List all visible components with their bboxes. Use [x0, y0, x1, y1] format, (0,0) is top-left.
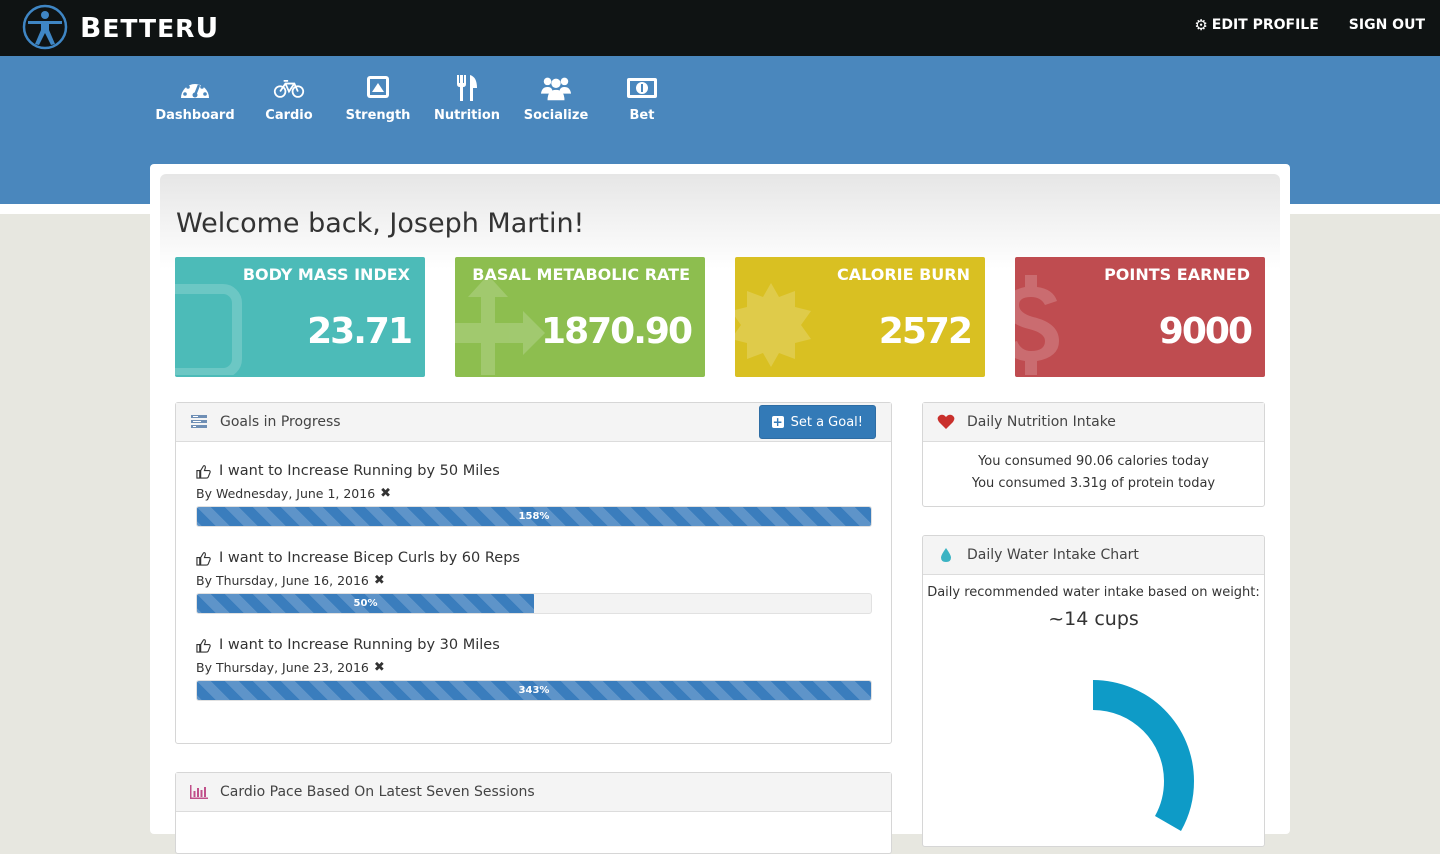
nav-label: Nutrition [433, 108, 501, 123]
delete-goal-icon[interactable]: ✖ [374, 573, 385, 588]
nav-dashboard[interactable]: Dashboard [150, 74, 240, 123]
goal-progress-bar: 343% [197, 681, 871, 700]
cardio-panel-title: Cardio Pace Based On Latest Seven Sessio… [220, 784, 535, 800]
top-navbar: BETTERU ⚙ EDIT PROFILE SIGN OUT [0, 0, 1440, 56]
water-donut-chart [1093, 680, 1195, 831]
stat-label: BASAL METABOLIC RATE [472, 265, 690, 284]
goal-title: I want to Increase Bicep Curls by 60 Rep… [219, 550, 520, 566]
plus-square-icon: + [771, 415, 784, 429]
water-panel-title: Daily Water Intake Chart [967, 547, 1139, 563]
nav-label: Dashboard [155, 108, 235, 123]
goal-title: I want to Increase Running by 30 Miles [219, 637, 500, 653]
nutrition-panel-title: Daily Nutrition Intake [967, 414, 1116, 430]
nutrition-panel-header: Daily Nutrition Intake [923, 403, 1264, 442]
cardio-panel-header: Cardio Pace Based On Latest Seven Sessio… [176, 773, 891, 812]
bar-chart-icon [190, 784, 208, 800]
water-ring-segment [1093, 680, 1194, 781]
thumbs-up-icon [196, 551, 211, 566]
dollar-watermark-icon [1015, 275, 1059, 375]
goal-item: I want to Increase Running by 50 Miles B… [196, 463, 872, 527]
tasks-icon [190, 414, 208, 430]
heart-icon [937, 414, 955, 430]
gear-icon: ⚙ [1194, 16, 1208, 34]
edit-profile-link[interactable]: ⚙ EDIT PROFILE [1194, 16, 1318, 34]
welcome-heading: Welcome back, Joseph Martin! [176, 208, 585, 239]
water-panel: Daily Water Intake Chart Daily recommend… [922, 535, 1265, 847]
brand[interactable]: BETTERU [22, 4, 219, 50]
money-icon [627, 78, 657, 98]
water-panel-header: Daily Water Intake Chart [923, 536, 1264, 575]
goals-panel-header: Goals in Progress + Set a Goal! [176, 403, 891, 442]
calories-consumed: You consumed 90.06 calories today [978, 454, 1209, 469]
protein-consumed: You consumed 3.31g of protein today [971, 476, 1216, 491]
caret-square-up-icon [367, 76, 389, 98]
nutrition-panel: Daily Nutrition Intake You consumed 90.0… [922, 402, 1265, 507]
thumbs-up-icon [196, 638, 211, 653]
arrows-watermark-icon [455, 275, 545, 375]
goal-progress-bar: 50% [197, 594, 534, 613]
calorie-tile: CALORIE BURN 2572 [735, 257, 985, 377]
water-subtitle: Daily recommended water intake based on … [927, 585, 1260, 600]
dashboard-icon [181, 80, 209, 98]
users-icon [540, 77, 572, 101]
tint-icon [937, 547, 955, 563]
edit-profile-label: EDIT PROFILE [1211, 17, 1319, 33]
sun-watermark-icon [735, 283, 811, 367]
bmi-tile: BODY MASS INDEX 23.71 [175, 257, 425, 377]
goal-date: By Thursday, June 16, 2016 [196, 573, 369, 588]
stat-value: 9000 [1158, 311, 1253, 352]
sign-out-label: SIGN OUT [1348, 17, 1425, 33]
goal-item: I want to Increase Bicep Curls by 60 Rep… [196, 550, 872, 614]
goal-progress: 158% [196, 506, 872, 527]
nav-label: Cardio [265, 108, 313, 123]
stat-value: 1870.90 [541, 311, 693, 352]
nav-label: Socialize [523, 108, 589, 123]
set-goal-button[interactable]: + Set a Goal! [758, 405, 876, 439]
goals-panel: Goals in Progress + Set a Goal! I want t… [175, 402, 892, 744]
delete-goal-icon[interactable]: ✖ [380, 486, 391, 501]
vitruvian-logo-icon [22, 4, 68, 50]
nav-nutrition[interactable]: Nutrition [422, 74, 512, 123]
goal-date: By Thursday, June 23, 2016 [196, 660, 369, 675]
goals-panel-title: Goals in Progress [220, 414, 341, 430]
bicycle-icon [273, 80, 305, 98]
water-recommended-value: ~14 cups [1048, 608, 1139, 630]
goal-progress-bar: 158% [197, 507, 871, 526]
square-watermark-icon [175, 284, 242, 375]
cutlery-icon [457, 75, 477, 101]
cardio-panel: Cardio Pace Based On Latest Seven Sessio… [175, 772, 892, 854]
stat-label: POINTS EARNED [1104, 265, 1250, 284]
set-goal-label: Set a Goal! [790, 414, 863, 430]
delete-goal-icon[interactable]: ✖ [374, 660, 385, 675]
nav-label: Bet [629, 108, 655, 123]
goal-item: I want to Increase Running by 30 Miles B… [196, 637, 872, 701]
goal-progress: 50% [196, 593, 872, 614]
bmr-tile: BASAL METABOLIC RATE 1870.90 [455, 257, 705, 377]
brand-name: BETTERU [80, 10, 220, 44]
nav-label: Strength [345, 108, 411, 123]
nav-cardio[interactable]: Cardio [244, 74, 334, 123]
main-container: Welcome back, Joseph Martin! BODY MASS I… [150, 164, 1290, 854]
nav-socialize[interactable]: Socialize [511, 74, 601, 123]
goal-date: By Wednesday, June 1, 2016 [196, 486, 376, 501]
stat-value: 2572 [878, 311, 973, 352]
stat-value: 23.71 [307, 311, 413, 352]
points-tile: POINTS EARNED 9000 [1015, 257, 1265, 377]
sign-out-link[interactable]: SIGN OUT [1349, 16, 1425, 34]
nav-bet[interactable]: Bet [597, 74, 687, 123]
stat-label: CALORIE BURN [836, 265, 970, 284]
nav-strength[interactable]: Strength [333, 74, 423, 123]
goal-progress: 343% [196, 680, 872, 701]
stat-label: BODY MASS INDEX [242, 265, 410, 284]
goal-title: I want to Increase Running by 50 Miles [219, 463, 500, 479]
thumbs-up-icon [196, 464, 211, 479]
